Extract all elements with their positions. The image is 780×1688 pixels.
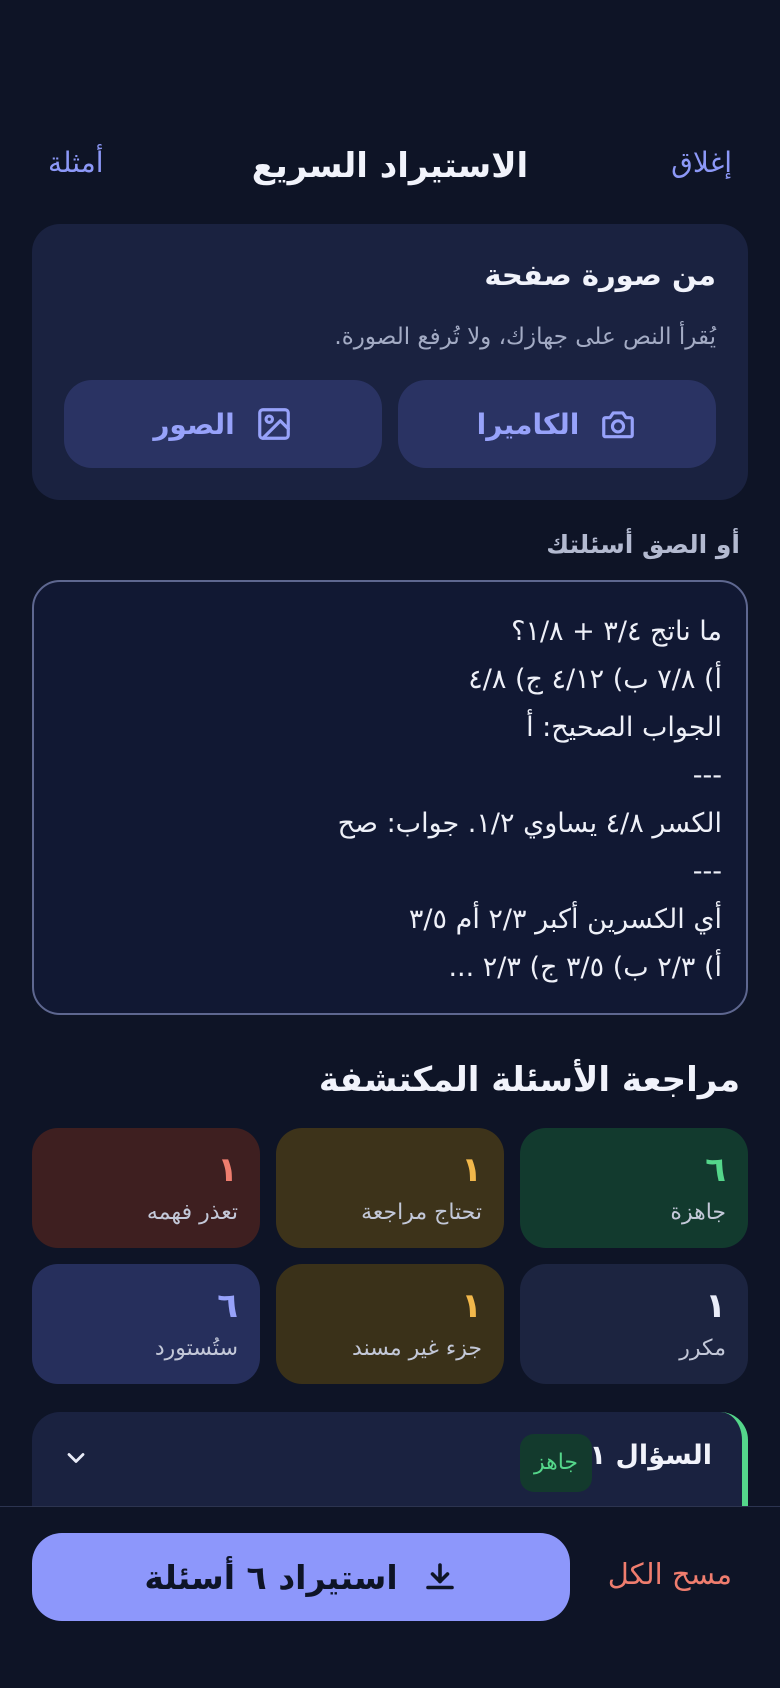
review-title: مراجعة الأسئلة المكتشفة xyxy=(318,1060,740,1100)
photos-button-label: الصور xyxy=(153,407,235,441)
photo-import-card: من صورة صفحة يُقرأ النص على جهازك، ولا ت… xyxy=(32,224,748,500)
stat-needs-review: ١ تحتاج مراجعة xyxy=(276,1128,504,1248)
stat-duplicate-count: ١ xyxy=(705,1286,726,1326)
paste-line: الجواب الصحيح: أ xyxy=(526,712,722,743)
stat-to-import-count: ٦ xyxy=(217,1286,238,1326)
paste-line: --- xyxy=(692,856,722,887)
stat-to-import: ٦ ستُستورد xyxy=(32,1264,260,1384)
photos-button[interactable]: الصور xyxy=(64,380,382,468)
image-icon xyxy=(257,408,290,440)
examples-button[interactable]: أمثلة xyxy=(48,146,104,179)
clear-all-button[interactable]: مسح الكل xyxy=(608,1557,732,1591)
paste-line: ما ناتج ٣/٤ + ١/٨؟ xyxy=(511,616,722,647)
stat-failed: ١ تعذر فهمه xyxy=(32,1128,260,1248)
download-icon xyxy=(425,1563,454,1590)
stat-partial-count: ١ xyxy=(461,1286,482,1326)
status-badge: جاهز xyxy=(519,1434,592,1492)
page-title: الاستيراد السريع xyxy=(251,146,529,186)
camera-button-label: الكاميرا xyxy=(476,407,580,441)
paste-line: الكسر ٤/٨ يساوي ١/٢. جواب: صح xyxy=(337,808,722,839)
photo-card-title: من صورة صفحة xyxy=(484,258,716,292)
stat-needs-review-label: تحتاج مراجعة xyxy=(361,1200,482,1225)
stat-ready-label: جاهزة xyxy=(670,1200,726,1225)
paste-label: أو الصق أسئلتك xyxy=(546,530,740,559)
camera-icon xyxy=(602,411,635,439)
bottom-bar: مسح الكل استيراد ٦ أسئلة xyxy=(0,1506,780,1688)
camera-button[interactable]: الكاميرا xyxy=(398,380,716,468)
paste-line: أ) ٢/٣ ب) ٣/٥ ج) ٢/٣ ... xyxy=(448,952,722,983)
question-label: السؤال ١ xyxy=(589,1440,712,1471)
quick-import-screen: إغلاق الاستيراد السريع أمثلة من صورة صفح… xyxy=(0,0,780,1688)
header: إغلاق الاستيراد السريع أمثلة xyxy=(0,140,780,192)
paste-line: --- xyxy=(692,760,722,791)
stat-failed-label: تعذر فهمه xyxy=(146,1200,238,1225)
import-button[interactable]: استيراد ٦ أسئلة xyxy=(32,1533,570,1621)
stat-duplicate: ١ مكرر xyxy=(520,1264,748,1384)
paste-line: أ) ٧/٨ ب) ٤/١٢ ج) ٤/٨ xyxy=(468,664,722,695)
stat-partial: ١ جزء غير مسند xyxy=(276,1264,504,1384)
paste-textarea[interactable]: ما ناتج ٣/٤ + ١/٨؟ أ) ٧/٨ ب) ٤/١٢ ج) ٤/٨… xyxy=(32,580,748,1015)
stat-to-import-label: ستُستورد xyxy=(154,1336,238,1361)
import-button-label: استيراد ٦ أسئلة xyxy=(144,1557,398,1597)
stat-ready: ٦ جاهزة xyxy=(520,1128,748,1248)
stat-duplicate-label: مكرر xyxy=(679,1336,726,1361)
close-button[interactable]: إغلاق xyxy=(671,146,732,179)
photo-card-subtitle: يُقرأ النص على جهازك، ولا تُرفع الصورة. xyxy=(334,324,716,350)
stat-failed-count: ١ xyxy=(217,1150,238,1190)
stat-ready-count: ٦ xyxy=(705,1150,726,1190)
paste-line: أي الكسرين أكبر ٢/٣ أم ٣/٥ xyxy=(408,904,722,935)
chevron-down-icon[interactable] xyxy=(62,1444,90,1472)
question-card[interactable]: السؤال ١ جاهز xyxy=(32,1412,748,1512)
stat-needs-review-count: ١ xyxy=(461,1150,482,1190)
stat-partial-label: جزء غير مسند xyxy=(352,1336,482,1361)
